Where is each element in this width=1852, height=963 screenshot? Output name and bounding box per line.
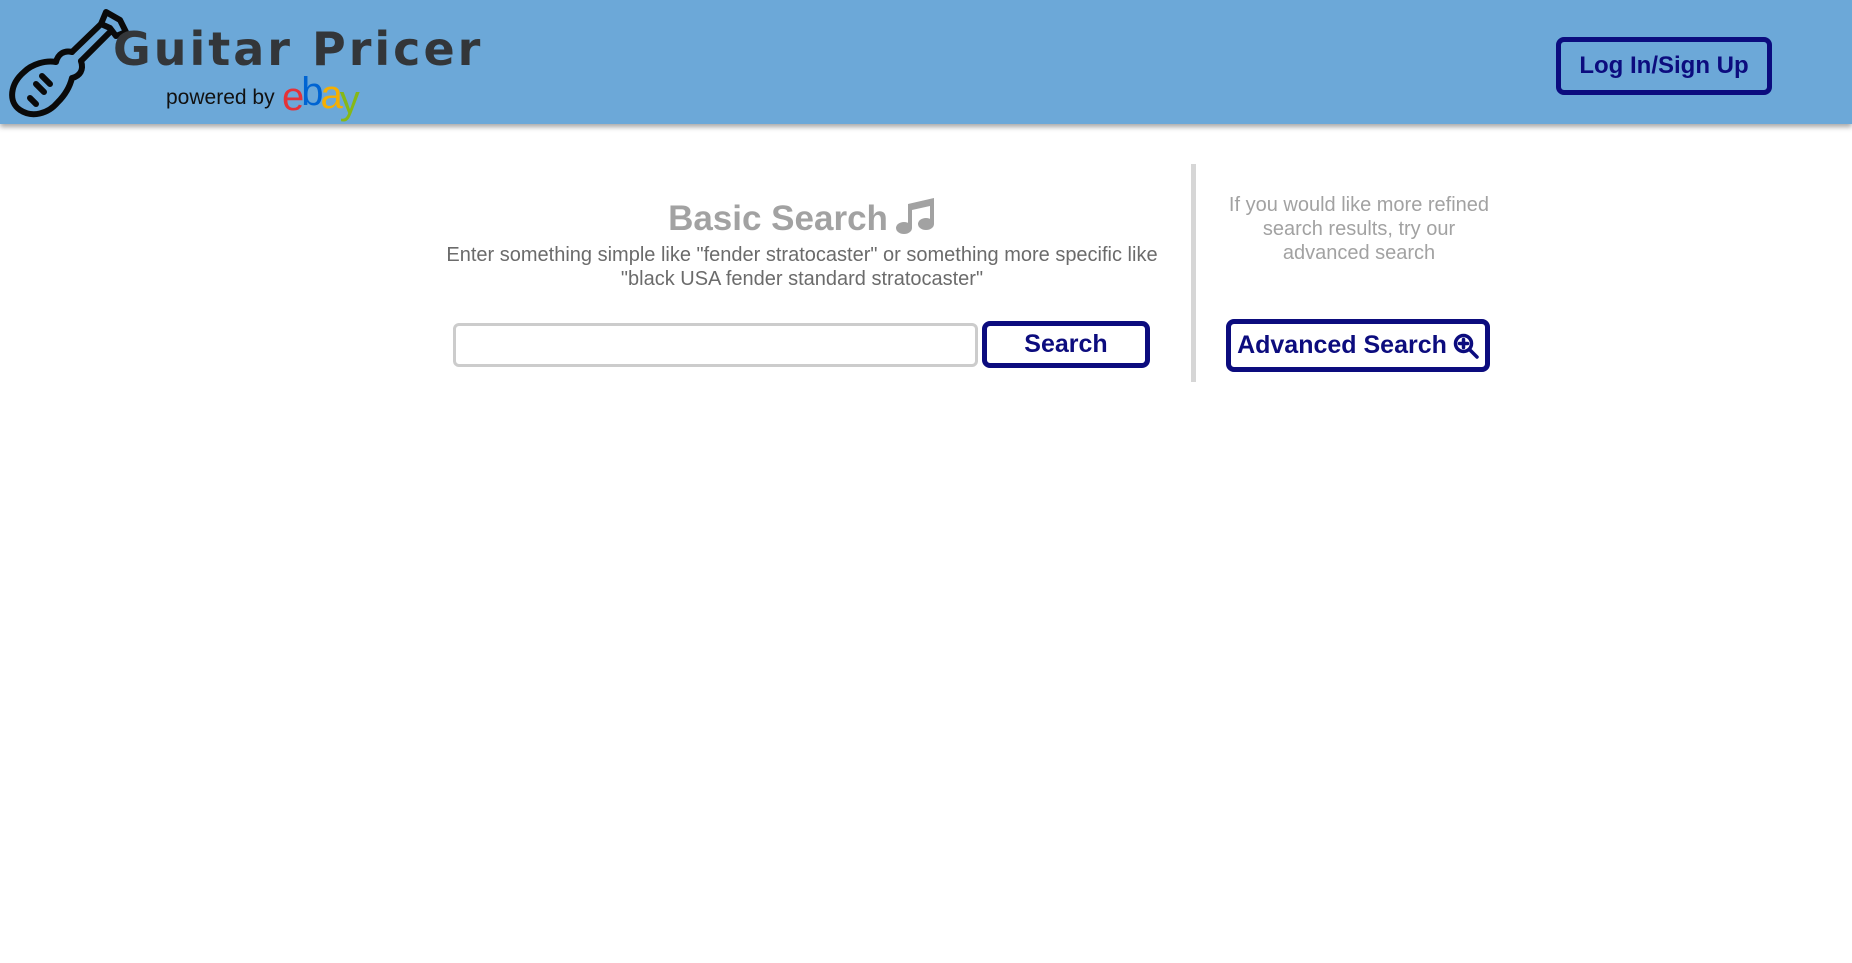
- site-header: Guitar Pricer powered by ebay Log In/Sig…: [0, 0, 1852, 124]
- ebay-logo: ebay: [282, 70, 360, 122]
- advanced-search-label: Advanced Search: [1237, 331, 1447, 359]
- search-button[interactable]: Search: [982, 321, 1150, 368]
- search-button-label: Search: [1024, 330, 1108, 358]
- powered-by-label: powered by: [166, 86, 275, 109]
- ebay-logo-y: y: [339, 78, 360, 122]
- ebay-logo-e: e: [282, 75, 304, 119]
- zoom-in-icon: [1453, 333, 1479, 359]
- section-divider: [1191, 164, 1196, 382]
- basic-search-subtitle: Enter something simple like "fender stra…: [446, 244, 1158, 290]
- ebay-logo-a: a: [320, 73, 343, 117]
- brand-title[interactable]: Guitar Pricer: [113, 22, 483, 76]
- music-note-icon: [895, 198, 934, 234]
- basic-search-input[interactable]: [453, 323, 978, 367]
- login-signup-label: Log In/Sign Up: [1579, 52, 1749, 79]
- basic-search-title-text: Basic Search: [668, 199, 888, 238]
- ebay-logo-b: b: [301, 70, 323, 114]
- advanced-search-button[interactable]: Advanced Search: [1226, 319, 1490, 372]
- basic-search-title: Basic Search: [440, 198, 1164, 239]
- advanced-search-hint: If you would like more refined search re…: [1228, 194, 1490, 264]
- login-signup-button[interactable]: Log In/Sign Up: [1556, 37, 1772, 95]
